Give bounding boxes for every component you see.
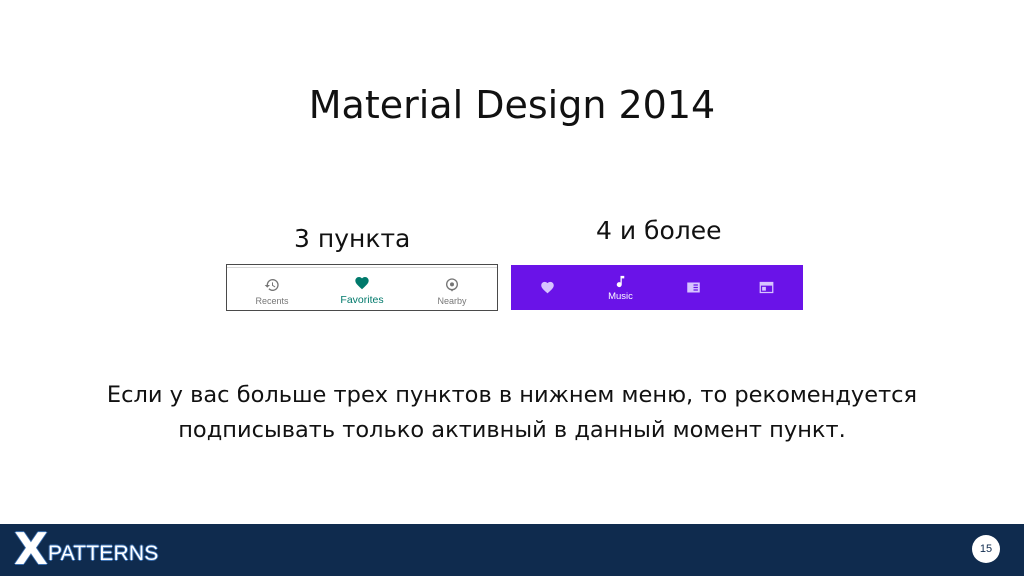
bottom-nav-three-items: Recents Favorites Nearby: [226, 264, 498, 311]
logo-text: PATTERNS: [47, 542, 159, 565]
location-icon: [446, 278, 458, 292]
nav-item-recents[interactable]: Recents: [227, 265, 317, 310]
nav-item-nearby[interactable]: Nearby: [407, 265, 497, 310]
slide-body-text: Если у вас больше трех пунктов в нижнем …: [106, 382, 918, 443]
heart-icon: [541, 281, 554, 294]
nav-item-web[interactable]: [730, 265, 803, 310]
slide-title: Material Design 2014: [308, 83, 716, 127]
three-items-label: 3 пункта: [294, 224, 411, 253]
nav-item-books[interactable]: [657, 265, 730, 310]
nav-item-label: Music: [608, 290, 633, 302]
nav-item-label: Recents: [255, 296, 289, 306]
bottom-nav-four-items: Music: [511, 265, 803, 310]
web-icon: [759, 281, 774, 294]
xpatterns-logo: X PATTERNS: [14, 524, 159, 575]
divider: [227, 267, 497, 268]
history-icon: [264, 279, 279, 291]
book-icon: [687, 282, 700, 293]
nav-item-favorites[interactable]: Favorites: [317, 265, 407, 310]
nav-item-label: Favorites: [340, 294, 384, 306]
page-number: 15: [972, 535, 1000, 563]
slide-footer: X PATTERNS 15: [0, 524, 1024, 576]
music-note-icon: [616, 275, 625, 287]
nav-item-favorites[interactable]: [511, 265, 584, 310]
nav-item-label: Nearby: [437, 296, 467, 306]
heart-icon: [355, 277, 369, 290]
logo-mark: X: [14, 524, 48, 575]
nav-item-music[interactable]: Music: [584, 265, 657, 310]
four-items-label: 4 и более: [596, 216, 722, 245]
